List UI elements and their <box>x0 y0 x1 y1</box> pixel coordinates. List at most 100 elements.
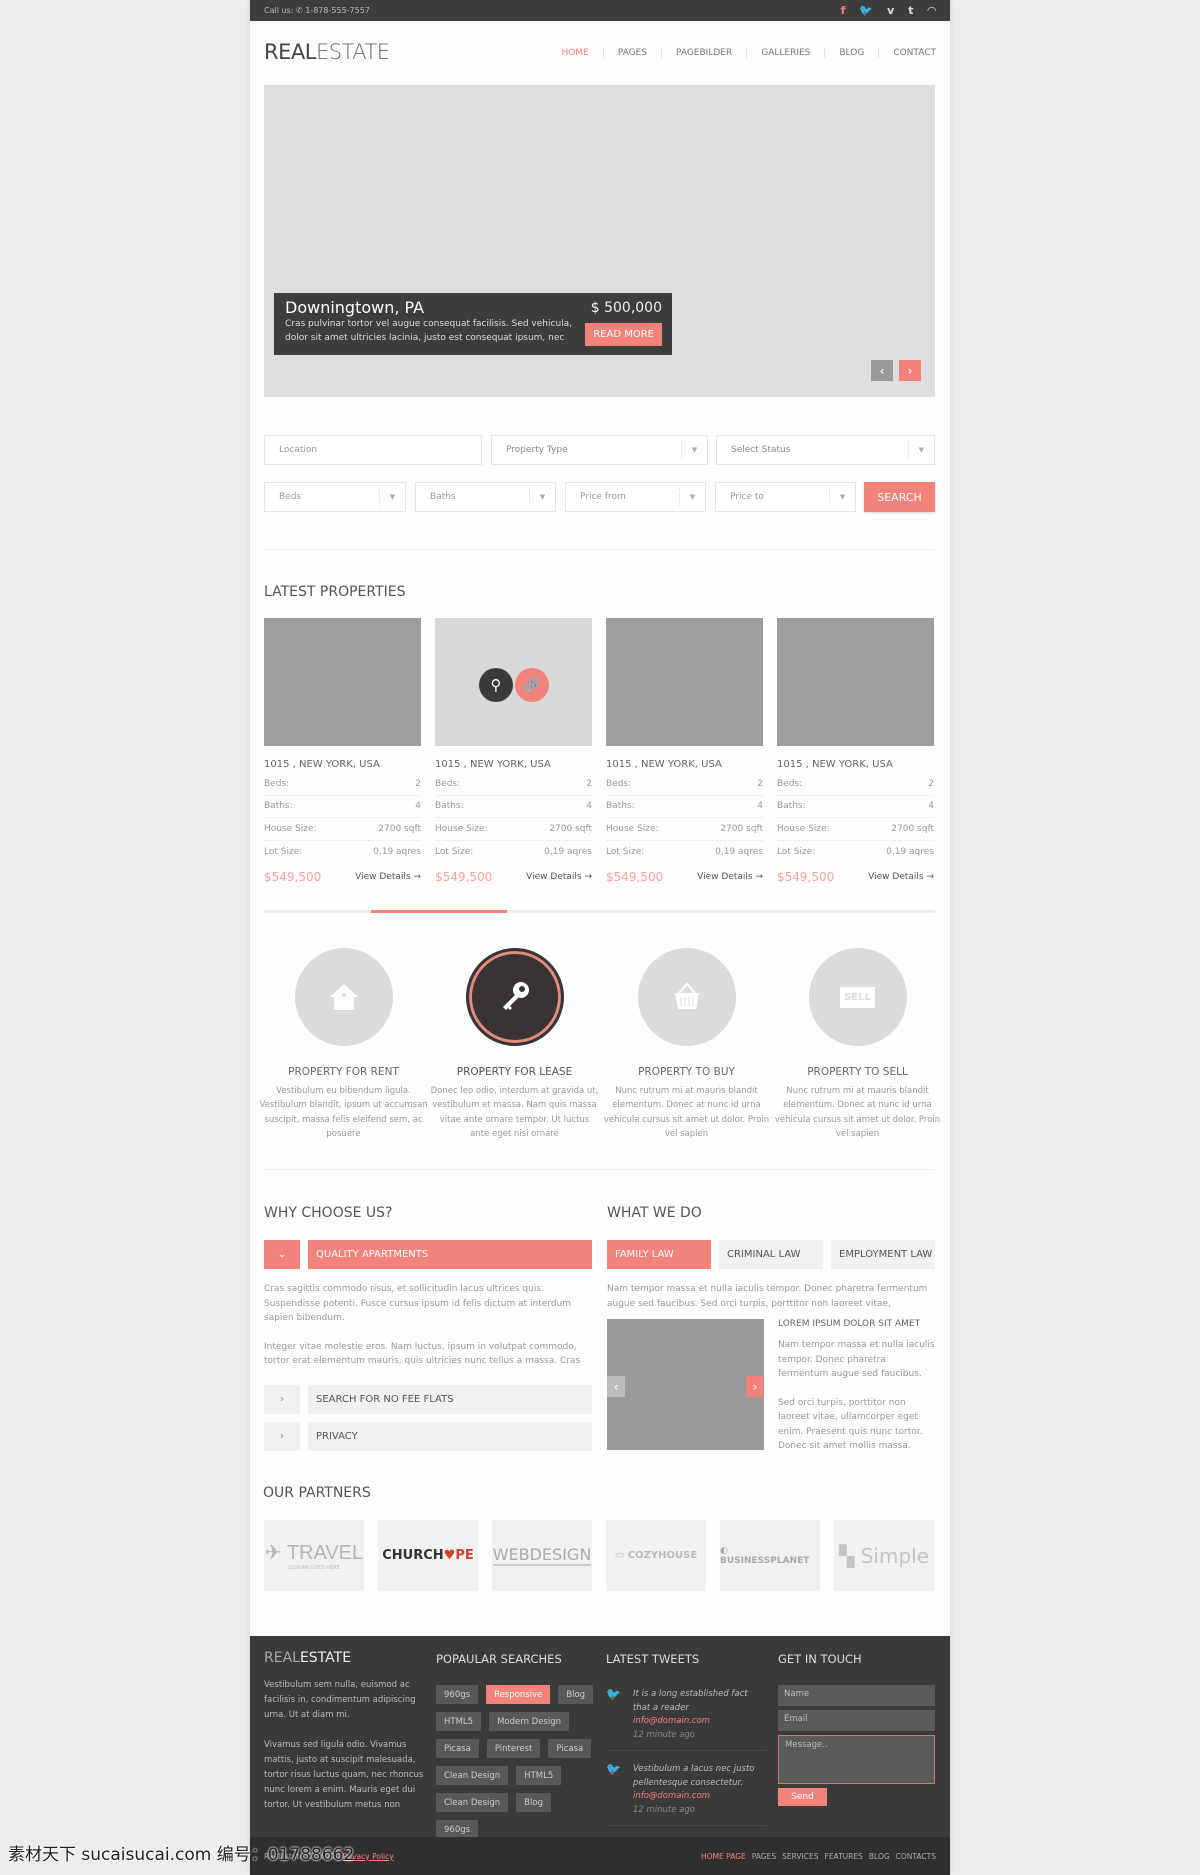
partner-logo-businessplanet[interactable]: ◐ BUSINESSPLANET <box>720 1520 820 1591</box>
footer-nav-item[interactable]: PAGES <box>752 1852 776 1861</box>
partner-logo-simple[interactable]: ▚ Simple <box>834 1520 934 1591</box>
hero-next-arrow-icon[interactable]: › <box>899 360 921 381</box>
property-card: 1015 , NEW YORK, USA Beds: 2 Baths: 4 Hous… <box>264 618 421 884</box>
accordion-item[interactable]: › PRIVACY <box>264 1421 592 1451</box>
property-image[interactable] <box>777 618 934 746</box>
property-address[interactable]: 1015 , NEW YORK, USA <box>606 759 763 770</box>
top-bar: Call us: ✆ 1-878-555-7557 f 🐦 v t ◠ <box>250 0 950 21</box>
footer-about: Vestibulum sem nulla, euismod ac facilis… <box>264 1680 424 1810</box>
partner-logo-churchope[interactable]: CHURCH♥PE <box>378 1520 478 1591</box>
partner-logo-travel[interactable]: ✈ TRAVEL SLOGAN GOES HERE <box>264 1520 364 1591</box>
house-size-value: 2700 sqft <box>720 823 763 834</box>
tag[interactable]: Blog <box>558 1685 594 1704</box>
service-rent[interactable]: PROPERTY FOR RENT Vestibulum eu bibendum … <box>258 948 429 1141</box>
partner-logo-cozyhouse[interactable]: ▭ COZYHOUSE <box>606 1520 706 1591</box>
property-image[interactable]: ⚲ 🔗 <box>435 618 592 746</box>
baths-value: 4 <box>928 801 934 812</box>
main-nav: HOME PAGES PAGEBILDER GALLERIES BLOG CONTACT <box>547 48 936 58</box>
service-sell[interactable]: SELL PROPERTY TO SELL Nunc rutrum mi at m… <box>772 948 943 1141</box>
search-button[interactable]: SEARCH <box>864 482 935 512</box>
footer-nav-item[interactable]: CONTACTS <box>896 1852 936 1861</box>
message-textarea[interactable]: Message.. <box>778 1735 935 1784</box>
tag[interactable]: Blog <box>516 1793 551 1812</box>
nav-item[interactable]: BLOG <box>824 48 878 58</box>
partner-logo-webdesign[interactable]: WEBDESIGN <box>492 1520 592 1591</box>
tweet: 🐦 It is a long established fact that a r… <box>606 1684 766 1751</box>
carousel-scroll-thumb[interactable] <box>371 910 507 913</box>
logo[interactable]: REALESTATE <box>264 40 390 64</box>
view-details-link[interactable]: View Details → <box>868 872 934 882</box>
service-lease[interactable]: PROPERTY FOR LEASE Donec leo odio, interd… <box>429 948 600 1141</box>
prev-arrow-icon[interactable]: ‹ <box>607 1376 625 1397</box>
status-select[interactable]: Select Status ▼ <box>716 435 935 465</box>
lot-size-value: 0,19 aqres <box>544 846 592 857</box>
beds-select[interactable]: Beds ▼ <box>264 482 406 512</box>
house-size-value: 2700 sqft <box>378 823 421 834</box>
baths-select[interactable]: Baths ▼ <box>415 482 556 512</box>
nav-item[interactable]: HOME <box>547 48 602 58</box>
social-icon[interactable]: v <box>887 4 894 17</box>
send-button[interactable]: Send <box>778 1788 827 1806</box>
accordion-item[interactable]: › SEARCH FOR NO FEE FLATS <box>264 1384 592 1414</box>
baths-value: 4 <box>586 801 592 812</box>
tag[interactable]: Clean Design <box>436 1766 509 1785</box>
hero-slider: Downingtown, PA Cras pulvinar tortor vel… <box>264 85 935 397</box>
tag[interactable]: Responsive <box>486 1685 551 1704</box>
footer-nav-item[interactable]: FEATURES <box>825 1852 863 1861</box>
service-buy[interactable]: PROPERTY TO BUY Nunc rutrum mi at mauris … <box>601 948 772 1141</box>
property-price: $549,500 <box>777 870 835 884</box>
property-address[interactable]: 1015 , NEW YORK, USA <box>264 759 421 770</box>
nav-item[interactable]: PAGEBILDER <box>660 48 746 58</box>
chevron-down-icon: ▼ <box>379 488 405 506</box>
name-input[interactable]: Name <box>778 1685 935 1706</box>
social-icon[interactable]: ◠ <box>928 4 936 17</box>
footer-nav-item[interactable]: HOME PAGE <box>701 1852 746 1861</box>
footer-logo[interactable]: REALESTATE <box>264 1650 351 1666</box>
link-icon[interactable]: 🔗 <box>515 668 549 702</box>
tag[interactable]: Picasa <box>436 1739 479 1758</box>
tag[interactable]: HTML5 <box>436 1712 482 1731</box>
accordion-item-open[interactable]: ⌄ QUALITY APARTMENTS <box>264 1240 592 1269</box>
footer-nav-item[interactable]: BLOG <box>869 1852 890 1861</box>
nav-item[interactable]: PAGES <box>602 48 661 58</box>
email-input[interactable]: Email <box>778 1710 935 1731</box>
social-icon[interactable]: 🐦 <box>859 4 873 17</box>
tag[interactable]: HTML5 <box>516 1766 562 1785</box>
tab[interactable]: EMPLOYMENT LAW <box>831 1240 935 1269</box>
view-details-link[interactable]: View Details → <box>355 872 421 882</box>
social-icon[interactable]: t <box>908 4 913 17</box>
zoom-search-icon[interactable]: ⚲ <box>479 668 513 702</box>
tag[interactable]: Picasa <box>548 1739 592 1758</box>
location-input[interactable]: Location <box>264 435 482 465</box>
tab[interactable]: FAMILY LAW <box>607 1240 711 1269</box>
tag[interactable]: Clean Design <box>436 1793 509 1812</box>
property-image[interactable] <box>606 618 763 746</box>
property-address[interactable]: 1015 , NEW YORK, USA <box>777 759 934 770</box>
social-icon[interactable]: f <box>841 4 846 17</box>
baths-value: 4 <box>415 801 421 812</box>
price-to-select[interactable]: Price to ▼ <box>715 482 856 512</box>
view-details-link[interactable]: View Details → <box>526 872 592 882</box>
property-image[interactable] <box>264 618 421 746</box>
latest-properties-title: LATEST PROPERTIES <box>264 584 406 600</box>
property-address[interactable]: 1015 , NEW YORK, USA <box>435 759 592 770</box>
tweet-email-link[interactable]: info@domain.com <box>633 1790 766 1804</box>
view-details-link[interactable]: View Details → <box>697 872 763 882</box>
beds-value: 2 <box>415 778 421 789</box>
read-more-button[interactable]: READ MORE <box>585 323 662 346</box>
tab[interactable]: CRIMINAL LAW <box>719 1240 823 1269</box>
tag[interactable]: Pinterest <box>486 1739 541 1758</box>
price-from-select[interactable]: Price from ▼ <box>565 482 706 512</box>
carousel-scrollbar[interactable] <box>264 910 935 913</box>
tag[interactable]: Modern Design <box>489 1712 570 1731</box>
house-size-value: 2700 sqft <box>549 823 592 834</box>
footer-nav-item[interactable]: SERVICES <box>782 1852 818 1861</box>
nav-item[interactable]: CONTACT <box>878 48 936 58</box>
tag[interactable]: 960gs <box>436 1685 479 1704</box>
tweet-email-link[interactable]: info@domain.com <box>633 1715 766 1729</box>
hero-prev-arrow-icon[interactable]: ‹ <box>871 360 893 381</box>
twitter-bird-icon: 🐦 <box>606 1762 621 1776</box>
next-arrow-icon[interactable]: › <box>746 1376 764 1397</box>
property-type-select[interactable]: Property Type ▼ <box>491 435 708 465</box>
nav-item[interactable]: GALLERIES <box>746 48 824 58</box>
